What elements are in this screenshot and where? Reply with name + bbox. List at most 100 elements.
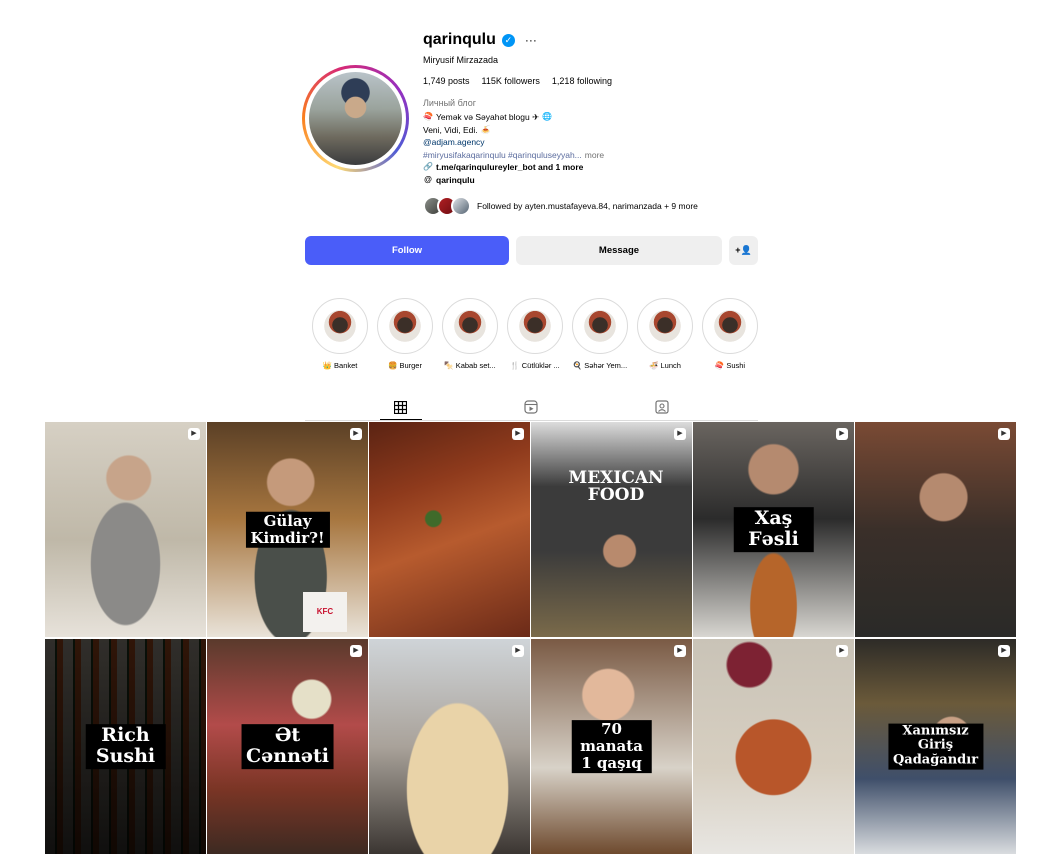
add-person-icon: +👤: [735, 245, 752, 255]
bio-line-2: Veni, Vidi, Edi. 🍝: [423, 124, 783, 137]
reel-icon: ▶: [512, 428, 524, 440]
post-tile[interactable]: ▶ MEXICAN FOOD: [531, 422, 692, 637]
highlight-ring: [702, 298, 758, 354]
followed-by-text[interactable]: Followed by ayten.mustafayeva.84, narima…: [477, 201, 698, 211]
highlight-ring: [507, 298, 563, 354]
profile-avatar-frame: [305, 68, 406, 169]
reel-icon: ▶: [674, 645, 686, 657]
followed-by[interactable]: Followed by ayten.mustafayeva.84, narima…: [423, 196, 698, 216]
reel-icon: ▶: [998, 428, 1010, 440]
following-count[interactable]: 1,218 following: [552, 76, 612, 86]
highlight-ring: [377, 298, 433, 354]
threads-row[interactable]: @ qarinqulu: [423, 174, 783, 187]
post-caption-text: Rich Sushi: [85, 723, 166, 770]
followers-count[interactable]: 115K followers: [482, 76, 540, 86]
suggested-accounts-button[interactable]: +👤: [729, 236, 758, 265]
post-caption: Rich Sushi: [85, 723, 166, 770]
highlight-kabab[interactable]: 🍢 Kabab set...: [442, 298, 498, 370]
post-tile[interactable]: ▶: [45, 422, 206, 637]
bio-line-1: 🍣 Yemək və Səyahət blogu ✈ 🌐: [423, 111, 783, 124]
link-icon: 🔗: [423, 162, 433, 171]
reel-icon: ▶: [350, 428, 362, 440]
bio-link[interactable]: t.me/qarinqulureyler_bot and 1 more: [436, 161, 583, 174]
highlight-sushi[interactable]: 🍣 Sushi: [702, 298, 758, 370]
username: qarinqulu: [423, 31, 496, 48]
bio-line-1-text: Yemək və Səyahət blogu ✈: [436, 112, 540, 122]
reel-icon: ▶: [674, 428, 686, 440]
reel-icon: ▶: [350, 645, 362, 657]
post-tile[interactable]: ▶ 70 manata 1 qaşıq: [531, 639, 692, 854]
bio-hashtags[interactable]: #miryusifakaqarinqulu #qarinquluseyyah..…: [423, 149, 582, 162]
active-tab-indicator: [380, 419, 422, 420]
follow-button[interactable]: Follow: [305, 236, 509, 265]
post-tile[interactable]: ▶: [855, 422, 1016, 637]
highlight-label: 👑 Banket: [322, 361, 358, 370]
highlight-ring: [312, 298, 368, 354]
kfc-bucket: KFC: [303, 592, 347, 632]
profile-category: Личный блог: [423, 98, 476, 108]
highlight-label: 🍢 Kabab set...: [444, 361, 496, 370]
highlight-banket[interactable]: 👑 Banket: [312, 298, 368, 370]
post-tile[interactable]: ▶ Xanımsız Giriş Qadağandır: [855, 639, 1016, 854]
profile-avatar[interactable]: [309, 72, 402, 165]
tab-reels[interactable]: [523, 399, 539, 415]
bio: 🍣 Yemək və Səyahət blogu ✈ 🌐 Veni, Vidi,…: [423, 111, 783, 186]
post-tile[interactable]: ▶: [693, 639, 854, 854]
bio-more-link[interactable]: more: [585, 149, 604, 162]
post-caption-text: Ət Cənnəti: [241, 723, 334, 770]
highlight-label: 🍜 Lunch: [649, 361, 681, 370]
bio-hashtags-row: #miryusifakaqarinqulu #qarinquluseyyah..…: [423, 149, 783, 162]
highlight-cutlukler[interactable]: 🍴 Cütlüklər ...: [507, 298, 563, 370]
highlight-cover: [511, 302, 559, 350]
post-tile[interactable]: ▶: [369, 422, 530, 637]
reels-icon: [524, 400, 538, 414]
post-tile[interactable]: Rich Sushi: [45, 639, 206, 854]
threads-handle[interactable]: qarinqulu: [436, 174, 475, 187]
reel-icon: ▶: [836, 428, 848, 440]
highlight-seher-yemeyi[interactable]: 🍳 Səhər Yem...: [572, 298, 628, 370]
tab-tagged[interactable]: [654, 399, 670, 415]
tab-posts[interactable]: [392, 399, 408, 415]
tabs-divider: [305, 420, 758, 421]
posts-grid: ▶ ▶ Gülay Kimdir?! KFC ▶ ▶ MEXICAN FOOD …: [45, 422, 1017, 854]
highlight-label: 🍳 Səhər Yem...: [572, 361, 628, 370]
post-caption: Xaş Fəsli: [733, 506, 814, 553]
verified-badge-icon: ✓: [501, 33, 515, 47]
post-caption: Ət Cənnəti: [241, 723, 334, 770]
highlight-cover: [706, 302, 754, 350]
globe-emoji-icon: 🌐: [542, 112, 553, 121]
highlight-ring: [637, 298, 693, 354]
reel-icon: ▶: [998, 645, 1010, 657]
grid-icon: [393, 400, 407, 414]
post-caption-text: 70 manata 1 qaşıq: [571, 719, 652, 774]
highlight-cover: [316, 302, 364, 350]
post-tile[interactable]: ▶: [369, 639, 530, 854]
highlight-ring: [572, 298, 628, 354]
threads-icon: @: [424, 174, 432, 184]
bio-line-2-text: Veni, Vidi, Edi.: [423, 124, 478, 135]
posts-count: 1,749 posts: [423, 76, 470, 86]
post-tile[interactable]: ▶ Ət Cənnəti: [207, 639, 368, 854]
post-caption-text: Xanımsız Giriş Qadağandır: [887, 723, 984, 770]
reel-icon: ▶: [512, 645, 524, 657]
reel-icon: ▶: [188, 428, 200, 440]
food-emoji-icon: 🍝: [480, 124, 491, 134]
message-button[interactable]: Message: [516, 236, 722, 265]
follower-avatar: [451, 196, 471, 216]
highlight-burger[interactable]: 🍔 Burger: [377, 298, 433, 370]
post-tile[interactable]: ▶ Xaş Fəsli: [693, 422, 854, 637]
post-caption: 70 manata 1 qaşıq: [571, 719, 652, 774]
bio-mention[interactable]: @adjam.agency: [423, 136, 783, 149]
highlight-lunch[interactable]: 🍜 Lunch: [637, 298, 693, 370]
reel-icon: ▶: [836, 645, 848, 657]
highlight-label: 🍴 Cütlüklər ...: [510, 361, 560, 370]
highlight-label: 🍔 Burger: [388, 361, 422, 370]
bio-link-row[interactable]: 🔗 t.me/qarinqulureyler_bot and 1 more: [423, 161, 783, 174]
profile-avatar-ring[interactable]: [302, 65, 409, 172]
followed-avatars: [423, 196, 471, 216]
options-icon[interactable]: ···: [525, 33, 537, 47]
highlight-cover: [446, 302, 494, 350]
post-caption-text: Gülay Kimdir?!: [245, 511, 330, 548]
story-highlights: 👑 Banket 🍔 Burger 🍢 Kabab set... 🍴 Cütlü…: [312, 298, 758, 370]
post-tile[interactable]: ▶ Gülay Kimdir?! KFC: [207, 422, 368, 637]
